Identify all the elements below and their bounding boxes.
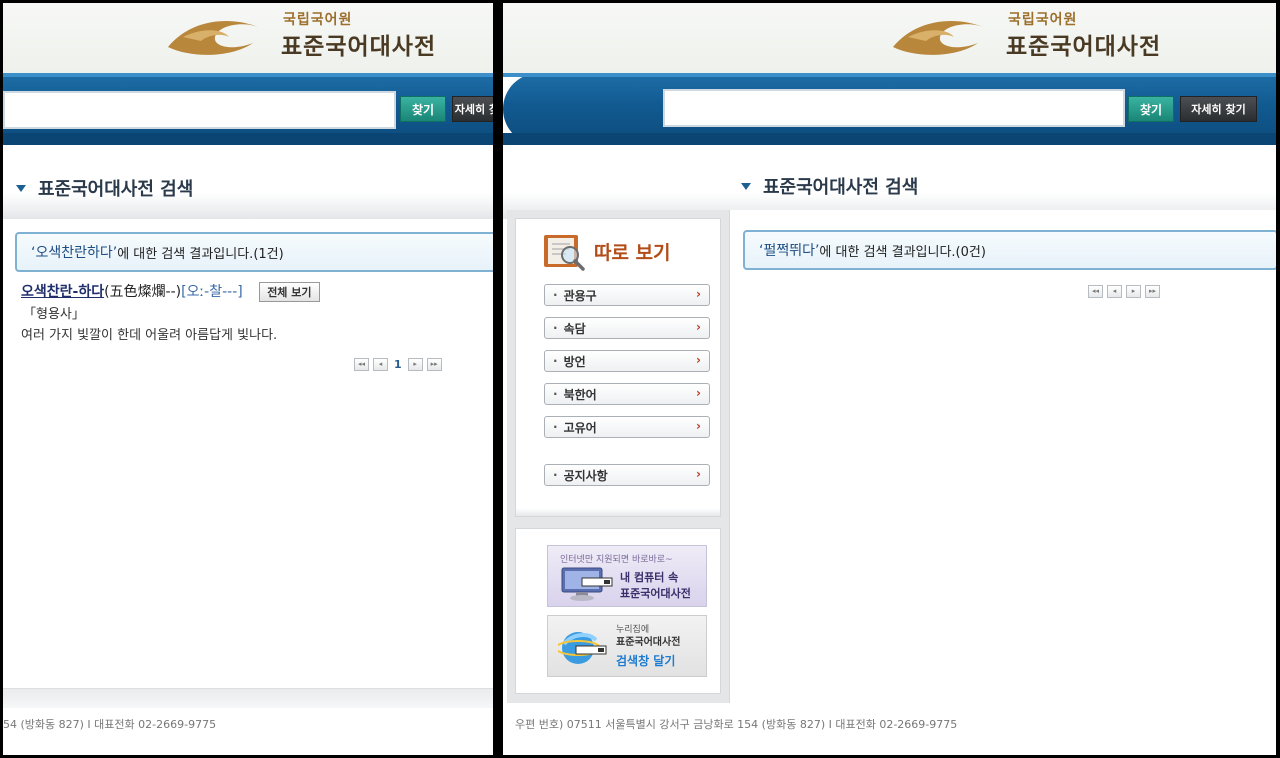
chevron-right-icon: › — [696, 320, 701, 334]
left-window: 국립국어원 표준국어대사전 찾기 자세히 찾기 표준국어대사전 검색 ‘오색찬란… — [3, 3, 493, 755]
entry-word-link[interactable]: 오색찬란-하다 — [21, 284, 104, 300]
site-logo[interactable]: 국립국어원 표준국어대사전 — [888, 5, 1168, 65]
result-term: ‘펄쩍뛰다’ — [759, 243, 820, 259]
last-page-button[interactable]: ▸▸ — [426, 358, 442, 371]
last-page-button[interactable]: ▸▸ — [1145, 285, 1160, 298]
prev-page-button[interactable]: ◂ — [373, 358, 388, 371]
org-name: 국립국어원 — [283, 12, 353, 28]
book-magnifier-icon — [542, 231, 586, 271]
chevron-right-icon: › — [696, 467, 701, 481]
results-area — [729, 210, 1276, 703]
result-summary: ‘펄쩍뛰다’ 에 대한 검색 결과입니다.(0건) — [743, 230, 1276, 270]
sidebar-item-north-korean[interactable]: · 북한어 › — [544, 383, 710, 405]
result-summary: ‘오색찬란하다’ 에 대한 검색 결과입니다.(1건) — [15, 232, 493, 272]
logo-swirl-icon — [893, 21, 983, 55]
sidebar-item-dialect[interactable]: · 방언 › — [544, 350, 710, 372]
search-input[interactable] — [663, 89, 1125, 127]
logo-swirl-icon — [168, 21, 258, 55]
header-top: 국립국어원 표준국어대사전 — [3, 3, 493, 73]
chevron-right-icon: › — [696, 386, 701, 400]
section-title: 표준국어대사전 검색 — [741, 173, 918, 199]
sidebar-item-idiom[interactable]: · 관용구 › — [544, 284, 710, 306]
next-page-button[interactable]: ▸ — [407, 358, 423, 371]
footer-divider — [3, 688, 493, 708]
prev-page-button[interactable]: ◂ — [1107, 285, 1122, 298]
triangle-icon — [16, 184, 26, 192]
promo-add-search-box[interactable]: 누리집에 표준국어대사전 검색창 달기 — [547, 615, 707, 677]
search-input[interactable] — [3, 91, 396, 129]
sidebar: 따로 보기 · 관용구 › · 속담 › · 방언 › · 북한어 › · 고유어 › — [507, 210, 729, 703]
detail-search-button[interactable]: 자세히 찾기 — [1180, 96, 1257, 122]
sidebar-item-proverb[interactable]: · 속담 › — [544, 317, 710, 339]
sidebar-item-native-word[interactable]: · 고유어 › — [544, 416, 710, 438]
header-top: 국립국어원 표준국어대사전 — [503, 3, 1276, 73]
entry-headword-line: 오색찬란-하다(五色燦爛--)[오ː-찰---] 전체 보기 — [21, 281, 320, 302]
org-name: 국립국어원 — [1008, 12, 1078, 28]
result-suffix: 에 대한 검색 결과입니다.(0건) — [819, 244, 986, 260]
full-view-button[interactable]: 전체 보기 — [259, 282, 320, 302]
find-button[interactable]: 찾기 — [1128, 96, 1174, 122]
promo-box: 인터넷만 지원되면 바로바로~ 내 컴퓨터 속 표준국어대사전 누리집에 표준국… — [515, 528, 721, 694]
result-suffix: 에 대한 검색 결과입니다.(1건) — [117, 246, 284, 262]
detail-search-button[interactable]: 자세히 찾기 — [452, 96, 493, 122]
entry-hanja: (五色燦爛--) — [104, 284, 182, 300]
separate-view-title: 따로 보기 — [542, 231, 671, 271]
browser-globe-icon — [558, 632, 607, 664]
chevron-right-icon: › — [696, 287, 701, 301]
pagination: ◂◂ ◂ ▸ ▸▸ — [1088, 285, 1160, 298]
separate-view-box: 따로 보기 · 관용구 › · 속담 › · 방언 › · 북한어 › · 고유어 › — [515, 218, 721, 517]
site-title: 표준국어대사전 — [1006, 34, 1162, 60]
next-page-button[interactable]: ▸ — [1126, 285, 1141, 298]
entry-definition: 여러 가지 빛깔이 한데 어울려 아름답게 빛나다. — [21, 328, 278, 343]
page-number[interactable]: 1 — [392, 358, 404, 371]
site-logo[interactable]: 국립국어원 표준국어대사전 — [163, 5, 443, 65]
first-page-button[interactable]: ◂◂ — [354, 358, 369, 371]
entry-part-of-speech: 「형용사」 — [23, 307, 85, 322]
first-page-button[interactable]: ◂◂ — [1088, 285, 1103, 298]
footer-address: 54 (방화동 827) I 대표전화 02-2669-9775 — [3, 718, 217, 731]
sidebar-item-notice[interactable]: · 공지사항 › — [544, 464, 710, 486]
pagination: ◂◂ ◂ 1 ▸ ▸▸ — [354, 358, 442, 371]
entry-pronunciation: [오ː-찰---] — [181, 284, 243, 300]
result-term: ‘오색찬란하다’ — [31, 245, 118, 261]
chevron-right-icon: › — [696, 419, 701, 433]
chevron-right-icon: › — [696, 353, 701, 367]
footer-address: 우편 번호) 07511 서울특별시 강서구 금낭화로 154 (방화동 827… — [515, 718, 958, 731]
find-button[interactable]: 찾기 — [400, 96, 446, 122]
triangle-icon — [741, 182, 751, 190]
monitor-icon — [561, 567, 613, 601]
section-title: 표준국어대사전 검색 — [16, 175, 193, 201]
promo-my-computer-dictionary[interactable]: 인터넷만 지원되면 바로바로~ 내 컴퓨터 속 표준국어대사전 — [547, 545, 707, 607]
site-title: 표준국어대사전 — [281, 34, 437, 60]
right-window: 국립국어원 표준국어대사전 찾기 자세히 찾기 표준국어대사전 검색 따로 보기… — [503, 3, 1276, 755]
